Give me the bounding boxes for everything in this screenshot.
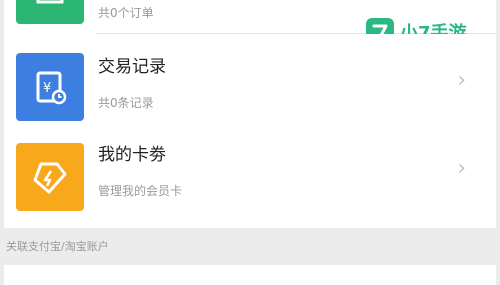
transactions-subtitle: 共0条记录 xyxy=(98,96,154,110)
transactions-title: 交易记录 xyxy=(98,57,166,77)
orders-icon xyxy=(16,0,84,24)
section-label: 关联支付宝/淘宝账户 xyxy=(6,240,109,253)
ticket-bolt-icon xyxy=(16,143,84,211)
orders-subtitle: 共0个订单 xyxy=(98,6,154,20)
menu-list: ¥ 交易记录 共0条记录 › 我的卡劵 管理我的会员卡 › xyxy=(4,34,496,228)
svg-text:¥: ¥ xyxy=(43,81,51,96)
coupons-row[interactable]: 我的卡劵 管理我的会员卡 › xyxy=(4,122,496,228)
receipt-yen-icon: ¥ xyxy=(16,53,84,121)
chevron-right-icon: › xyxy=(457,68,466,93)
coupons-title: 我的卡劵 xyxy=(98,145,166,165)
coupons-subtitle: 管理我的会员卡 xyxy=(98,184,183,198)
chevron-right-icon: › xyxy=(457,156,466,181)
linked-account-row[interactable] xyxy=(4,265,496,285)
